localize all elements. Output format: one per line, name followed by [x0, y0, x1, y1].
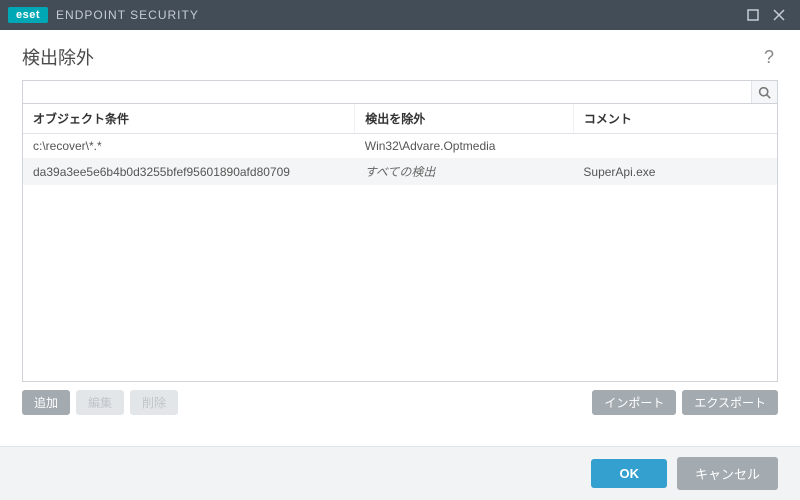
table-row[interactable]: da39a3ee5e6b4b0d3255bfef95601890afd80709…: [23, 158, 777, 185]
footer: OK キャンセル: [0, 446, 800, 500]
cell-comment: SuperApi.exe: [573, 158, 777, 185]
exclusions-table-container: オブジェクト条件 検出を除外 コメント c:\recover\*.*Win32\…: [22, 104, 778, 382]
cell-object: da39a3ee5e6b4b0d3255bfef95601890afd80709: [23, 158, 355, 185]
table-row[interactable]: c:\recover\*.*Win32\Advare.Optmedia: [23, 134, 777, 159]
action-row: 追加 編集 削除 インポート エクスポート: [22, 390, 778, 415]
search-input[interactable]: [23, 81, 751, 103]
cell-object: c:\recover\*.*: [23, 134, 355, 159]
close-icon: [773, 9, 785, 21]
search-button[interactable]: [751, 81, 777, 103]
page-header: 検出除外 ?: [0, 30, 800, 80]
brand-badge: eset: [8, 7, 48, 23]
window-close-button[interactable]: [766, 2, 792, 28]
ok-button[interactable]: OK: [591, 459, 667, 488]
export-button[interactable]: エクスポート: [682, 390, 778, 415]
import-button[interactable]: インポート: [592, 390, 676, 415]
delete-button[interactable]: 削除: [130, 390, 178, 415]
cell-detection: すべての検出: [355, 158, 574, 185]
column-header-object[interactable]: オブジェクト条件: [23, 104, 355, 134]
column-header-detection[interactable]: 検出を除外: [355, 104, 574, 134]
cell-comment: [573, 134, 777, 159]
add-button[interactable]: 追加: [22, 390, 70, 415]
cancel-button[interactable]: キャンセル: [677, 457, 778, 490]
column-header-comment[interactable]: コメント: [573, 104, 777, 134]
app-title: ENDPOINT SECURITY: [56, 8, 199, 22]
titlebar: eset ENDPOINT SECURITY: [0, 0, 800, 30]
search-row: [22, 80, 778, 104]
page-title: 検出除外: [22, 44, 94, 70]
cell-detection: Win32\Advare.Optmedia: [355, 134, 574, 159]
help-icon[interactable]: ?: [760, 47, 778, 68]
edit-button[interactable]: 編集: [76, 390, 124, 415]
window-minimize-button[interactable]: [740, 2, 766, 28]
minimize-icon: [747, 9, 759, 21]
exclusions-table: オブジェクト条件 検出を除外 コメント c:\recover\*.*Win32\…: [23, 104, 777, 185]
search-icon: [758, 86, 771, 99]
